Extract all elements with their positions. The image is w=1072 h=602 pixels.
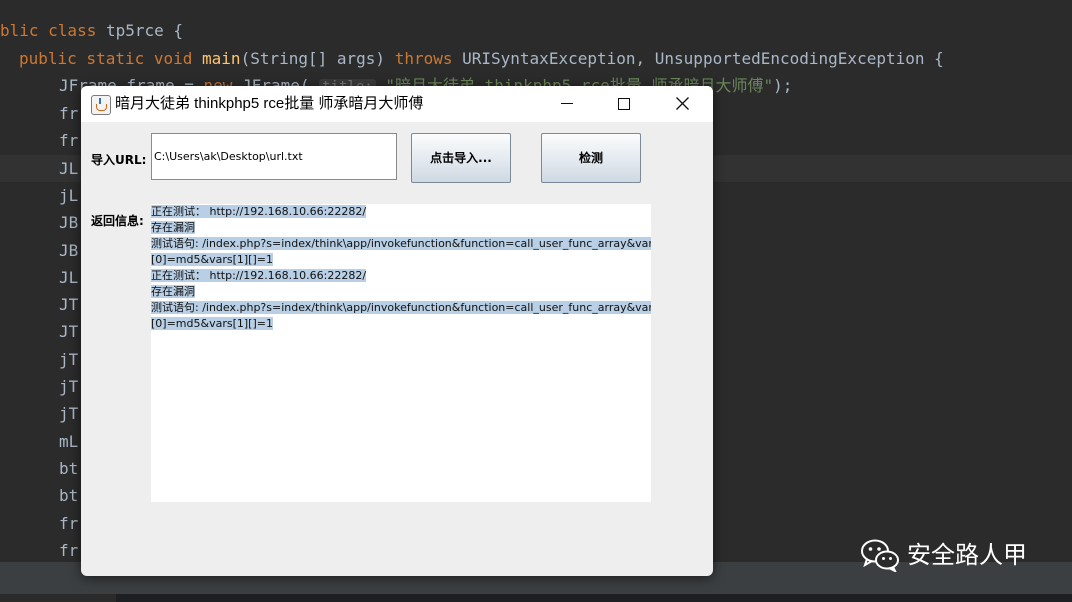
output-line: 存在漏洞 [151, 285, 195, 298]
output-line: 正在测试： http://192.168.10.66:22282/ [151, 269, 367, 282]
code-line-stub: JL [59, 264, 78, 291]
code-line-stub: jT [59, 373, 78, 400]
maximize-button[interactable] [601, 86, 647, 122]
code-line-stub: JT [59, 291, 78, 318]
output-label: 返回信息: [91, 214, 144, 228]
url-input[interactable]: C:\Users\ak\Desktop\url.txt [151, 133, 397, 180]
code-text: fr [59, 513, 79, 533]
close-button[interactable] [659, 86, 705, 122]
app-window: 暗月大徒弟 thinkphp5 rce批量 师承暗月大师傅 导入URL: C:\… [81, 86, 713, 576]
code-text: JL [59, 267, 79, 287]
code-keyword: public static void [19, 49, 203, 68]
code-text: JL [59, 158, 79, 178]
ide-scrollbar[interactable] [0, 594, 1072, 602]
code-text: jT [59, 377, 79, 396]
code-text: JB [59, 240, 79, 260]
code-text: tp5rce { [96, 21, 184, 40]
output-line: 测试语句: /index.php?s=index/think\app/invok… [151, 300, 651, 316]
minimize-button[interactable] [543, 86, 589, 122]
code-line-stub: fr [59, 510, 78, 537]
code-text: URISyntaxException, UnsupportedEncodingE… [452, 49, 944, 68]
code-line-2: public static void main(String[] args) t… [19, 45, 944, 72]
code-line-stub: JB [59, 237, 78, 264]
code-text: JT [59, 295, 79, 315]
code-text: mL [59, 431, 79, 451]
close-icon [676, 97, 689, 110]
code-line-stub: fr [59, 127, 78, 154]
output-line: 存在漏洞 [151, 221, 195, 234]
code-line-stub: fr [59, 100, 78, 127]
code-text: ); [773, 76, 793, 95]
scrollbar-thumb[interactable] [116, 594, 1072, 602]
code-line-stub: jT [59, 400, 78, 427]
import-button[interactable]: 点击导入... [411, 133, 511, 183]
code-line-stub: jL [59, 182, 78, 209]
code-line-stub: JB [59, 209, 78, 236]
code-text: bt [59, 458, 79, 478]
code-function: main [202, 49, 241, 68]
output-textarea[interactable]: 正在测试： http://192.168.10.66:22282/ 存在漏洞 测… [151, 204, 651, 502]
code-text: jT [59, 349, 79, 369]
code-text: (String[] args) [240, 49, 395, 68]
code-text: JT [59, 322, 79, 342]
code-text: JB [59, 213, 79, 233]
url-label: 导入URL: [91, 153, 147, 167]
output-line: [0]=md5&vars[1][]=1 [151, 317, 273, 330]
output-line: [0]=md5&vars[1][]=1 [151, 253, 273, 266]
code-line-stub: bt [59, 482, 78, 509]
code-text: jL [59, 185, 79, 205]
code-text: fr [59, 540, 79, 560]
code-line-stub: bt [59, 455, 78, 482]
code-text: fr [59, 131, 79, 151]
java-app-icon [91, 95, 111, 115]
detect-button[interactable]: 检测 [541, 133, 641, 183]
code-line-1: blic class tp5rce { [0, 17, 183, 44]
window-title: 暗月大徒弟 thinkphp5 rce批量 师承暗月大师傅 [115, 95, 424, 112]
code-text: jT [59, 404, 79, 424]
code-text: fr [59, 104, 79, 123]
code-line-stub: mL [59, 428, 78, 455]
watermark-text: 安全路人甲 [907, 541, 1027, 569]
wechat-icon [861, 539, 899, 572]
code-keyword: blic class [0, 21, 97, 40]
code-line-stub: jT [59, 346, 78, 373]
code-keyword: throws [394, 49, 453, 68]
code-line-stub: fr [59, 537, 78, 564]
code-text: bt [59, 486, 79, 506]
output-line: 正在测试： http://192.168.10.66:22282/ [151, 205, 367, 218]
window-titlebar[interactable]: 暗月大徒弟 thinkphp5 rce批量 师承暗月大师傅 [81, 86, 713, 122]
code-line-stub: JT [59, 318, 78, 345]
output-line: 测试语句: /index.php?s=index/think\app/invok… [151, 236, 651, 252]
